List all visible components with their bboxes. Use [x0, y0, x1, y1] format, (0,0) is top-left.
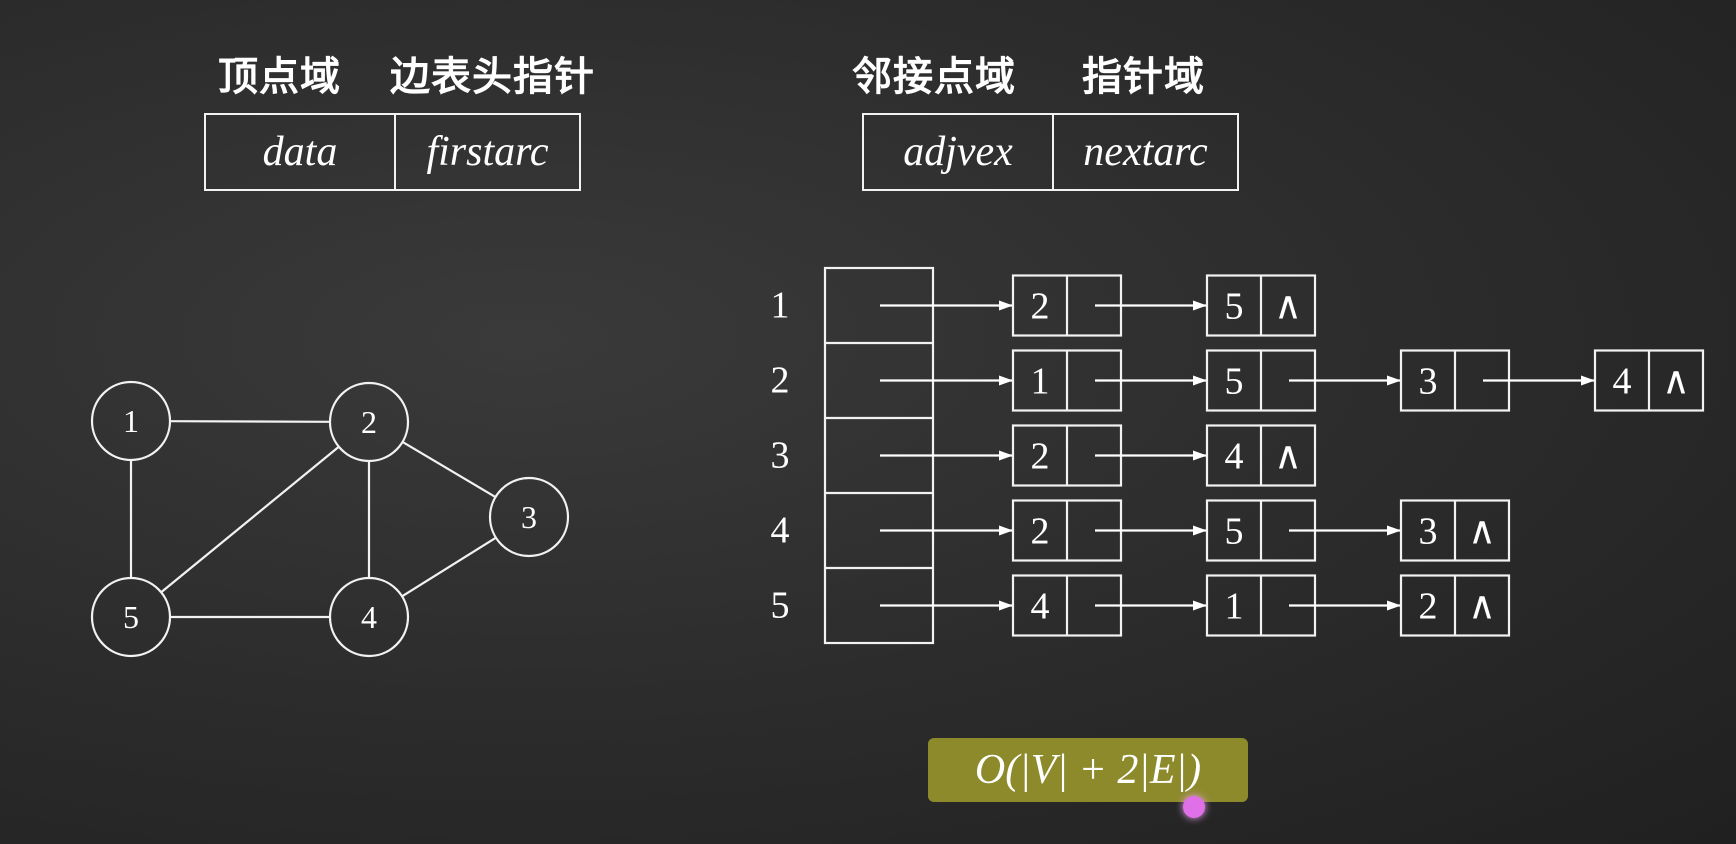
- adjvex-value: 2: [1031, 286, 1050, 328]
- diagram-canvas: 1 2 3 4 5 1 2 5 ∧ 2 1 5 3 4 ∧ 3 2 4 ∧ 4 2 5 3 ∧ 5 4 1 2 ∧: [90, 266, 1705, 658]
- row-label-2: 2: [771, 360, 790, 402]
- edge-2-5: [160, 445, 340, 594]
- vertex-4-label: 4: [361, 599, 377, 635]
- row-label-3: 3: [771, 435, 790, 477]
- vertex-5-label: 5: [123, 599, 139, 635]
- adjvex-value: 5: [1225, 511, 1244, 553]
- adjvex-value: 2: [1419, 586, 1438, 628]
- null-symbol: ∧: [1274, 436, 1302, 478]
- null-symbol: ∧: [1468, 511, 1496, 553]
- adjvex-value: 4: [1031, 586, 1050, 628]
- complexity-formula: O(|V| + 2|E|): [928, 738, 1248, 802]
- adjvex-value: 1: [1225, 586, 1244, 628]
- vertex-1-label: 1: [123, 403, 139, 439]
- vertex-2-label: 2: [361, 404, 377, 440]
- adjvex-value: 5: [1225, 286, 1244, 328]
- adjvex-value: 4: [1613, 361, 1632, 403]
- undirected-graph: 1 2 3 4 5: [90, 380, 570, 658]
- adjvex-value: 4: [1225, 436, 1244, 478]
- adjvex-value: 3: [1419, 511, 1438, 553]
- adjvex-value: 3: [1419, 361, 1438, 403]
- row-label-4: 4: [771, 510, 790, 552]
- adjvex-value: 2: [1031, 436, 1050, 478]
- adjvex-value: 5: [1225, 361, 1244, 403]
- adjvex-value: 2: [1031, 511, 1050, 553]
- null-symbol: ∧: [1274, 286, 1302, 328]
- edge-2-3: [401, 440, 497, 499]
- row-label-5: 5: [771, 585, 790, 627]
- vertex-3-label: 3: [521, 499, 537, 535]
- row-label-1: 1: [771, 285, 790, 327]
- null-symbol: ∧: [1468, 586, 1496, 628]
- pointer-cursor: [1183, 796, 1205, 818]
- adjvex-value: 1: [1031, 361, 1050, 403]
- null-symbol: ∧: [1662, 361, 1690, 403]
- adjacency-list: 1 2 5 ∧ 2 1 5 3 4 ∧ 3 2 4 ∧ 4 2 5 3 ∧ 5 4 1 2 ∧: [771, 266, 1705, 645]
- edge-1-2: [169, 420, 331, 423]
- edge-3-4: [401, 536, 497, 598]
